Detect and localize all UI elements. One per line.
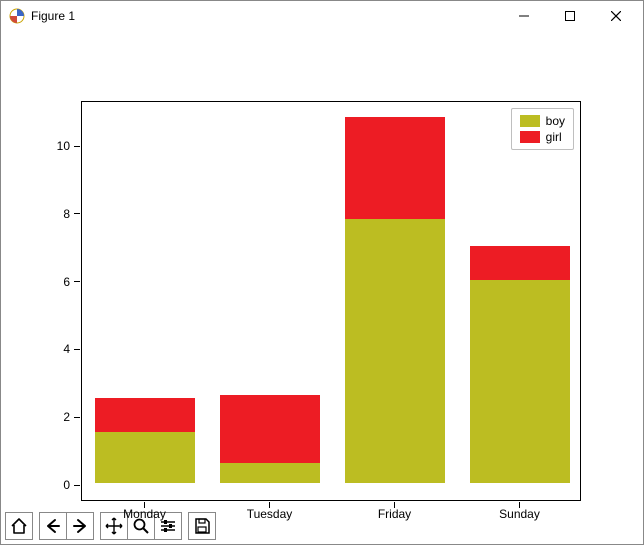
legend-label: boy	[546, 113, 565, 129]
bar-boy	[220, 463, 320, 483]
window-title: Figure 1	[31, 9, 75, 23]
y-tick-label: 8	[40, 207, 70, 221]
x-tick-label: Tuesday	[247, 507, 293, 521]
y-tick-label: 2	[40, 410, 70, 424]
bar-boy	[345, 219, 445, 483]
legend-swatch-girl	[520, 131, 540, 143]
y-tick	[74, 213, 80, 214]
y-tick	[74, 349, 80, 350]
bar-boy	[95, 432, 195, 483]
bar-girl	[345, 117, 445, 219]
minimize-button[interactable]	[501, 1, 547, 31]
legend-entry-boy: boy	[520, 113, 565, 129]
bar-girl	[95, 398, 195, 432]
bar-boy	[470, 280, 570, 483]
y-tick-label: 0	[40, 478, 70, 492]
x-tick-label: Friday	[378, 507, 411, 521]
y-tick	[74, 485, 80, 486]
close-button[interactable]	[593, 1, 639, 31]
app-icon	[9, 8, 25, 24]
back-button[interactable]	[40, 513, 66, 539]
legend: boy girl	[511, 108, 574, 150]
y-tick-label: 10	[40, 139, 70, 153]
figure-window: Figure 1 boy girl 0246810MondayTu	[0, 0, 644, 545]
bar-girl	[220, 395, 320, 463]
axes: boy girl 0246810MondayTuesdayFridaySunda…	[81, 101, 581, 501]
titlebar: Figure 1	[1, 1, 643, 31]
y-tick	[74, 146, 80, 147]
y-tick-label: 4	[40, 342, 70, 356]
y-tick	[74, 281, 80, 282]
bar-girl	[470, 246, 570, 280]
save-button[interactable]	[189, 513, 215, 539]
legend-swatch-boy	[520, 115, 540, 127]
y-tick-label: 6	[40, 275, 70, 289]
x-tick-label: Monday	[123, 507, 166, 521]
home-button[interactable]	[6, 513, 32, 539]
x-tick-label: Sunday	[499, 507, 540, 521]
maximize-button[interactable]	[547, 1, 593, 31]
nav-toolbar	[1, 508, 643, 544]
plot-canvas: boy girl 0246810MondayTuesdayFridaySunda…	[1, 31, 643, 508]
legend-label: girl	[546, 129, 562, 145]
forward-button[interactable]	[66, 513, 93, 539]
legend-entry-girl: girl	[520, 129, 565, 145]
y-tick	[74, 417, 80, 418]
